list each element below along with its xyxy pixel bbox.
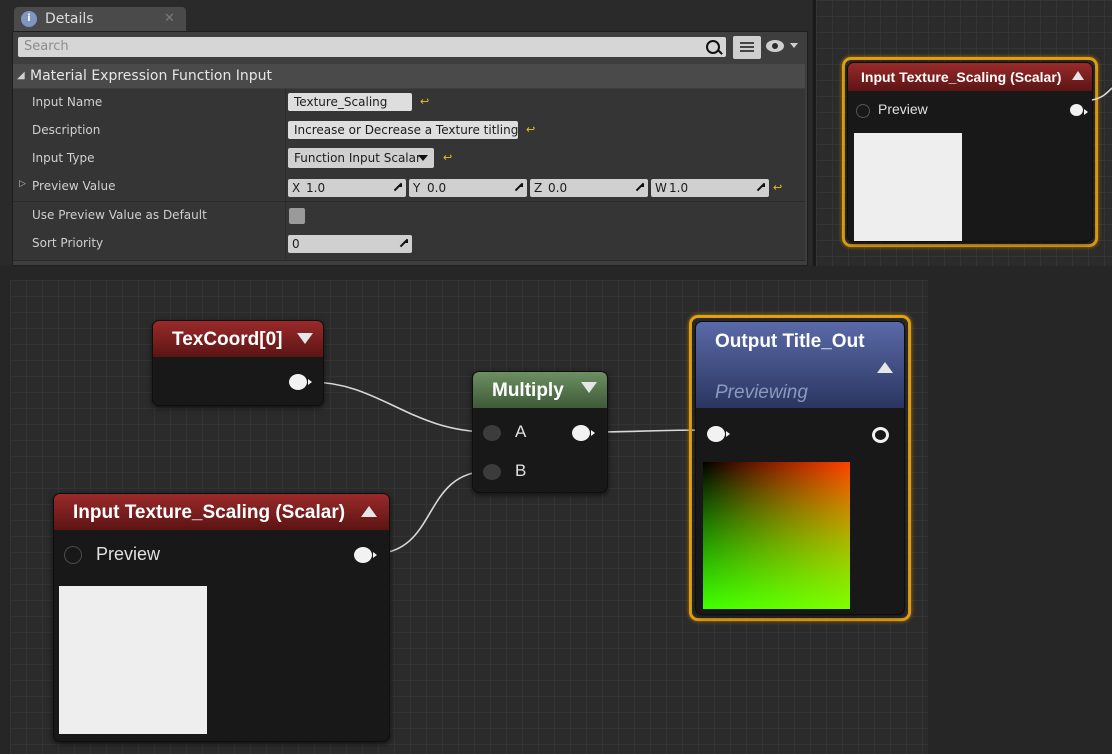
pin-label: A xyxy=(515,422,527,441)
collapse-icon[interactable] xyxy=(877,362,893,373)
output-pin[interactable] xyxy=(354,547,377,563)
node-title: Output Title_Out xyxy=(715,331,865,352)
output-node[interactable]: Output Title_Out Previewing xyxy=(689,315,911,621)
multiply-node[interactable]: Multiply A B xyxy=(472,371,608,493)
input-pin[interactable] xyxy=(64,546,82,564)
node-subtitle: Previewing xyxy=(715,382,808,403)
pin-label: Preview xyxy=(96,544,161,564)
output-pin[interactable] xyxy=(872,427,889,443)
preview-swatch xyxy=(59,586,207,734)
output-pin[interactable] xyxy=(289,374,312,390)
output-pin[interactable] xyxy=(572,425,595,441)
pin-label: B xyxy=(515,461,527,480)
input-pin-a[interactable] xyxy=(483,425,501,441)
input-pin-b[interactable] xyxy=(483,464,501,480)
collapse-icon[interactable] xyxy=(361,506,377,517)
node-title: Multiply xyxy=(492,380,564,401)
node-title: Input Texture_Scaling (Scalar) xyxy=(73,502,346,523)
input-texture-scaling-node[interactable]: Input Texture_Scaling (Scalar) Preview xyxy=(53,493,390,742)
texcoord-node[interactable]: TexCoord[0] xyxy=(152,320,324,406)
node-title: TexCoord[0] xyxy=(172,329,283,350)
preview-swatch xyxy=(703,462,850,609)
collapse-icon[interactable] xyxy=(297,333,313,344)
collapse-icon[interactable] xyxy=(581,382,597,393)
input-pin[interactable] xyxy=(707,426,730,442)
